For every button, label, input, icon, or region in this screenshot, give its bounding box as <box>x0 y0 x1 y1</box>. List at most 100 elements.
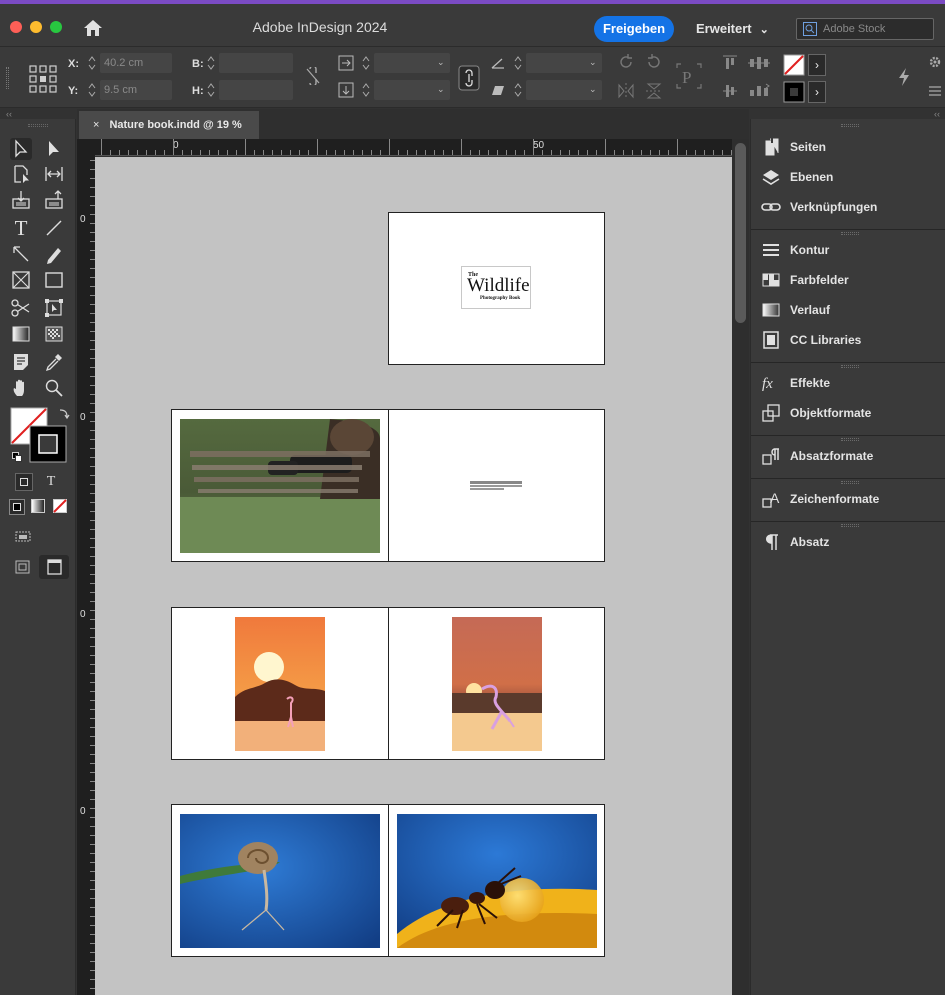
default-fill-stroke-icon[interactable] <box>12 449 22 462</box>
reference-point-icon[interactable] <box>28 64 58 94</box>
height-stepper-icon[interactable] <box>207 82 215 98</box>
panel-item-cc-libraries[interactable]: CC Libraries <box>761 328 941 352</box>
line-tool-icon[interactable] <box>43 217 65 239</box>
preview-mode-icon[interactable] <box>14 559 32 575</box>
formatting-affects-text-icon[interactable]: T <box>42 473 60 491</box>
panel-item-object-styles[interactable]: Objektformate <box>761 401 941 425</box>
stroke-black-swatch-icon[interactable] <box>783 81 805 103</box>
spread-3[interactable] <box>171 607 605 760</box>
y-stepper-icon[interactable] <box>88 82 96 98</box>
gradient-feather-tool-icon[interactable] <box>43 323 65 345</box>
x-stepper-icon[interactable] <box>88 55 96 71</box>
panel-group-grip[interactable] <box>841 481 859 484</box>
pen-tool-icon[interactable] <box>10 243 32 265</box>
scale-x-stepper-icon[interactable] <box>362 55 370 71</box>
rotation-stepper-icon[interactable] <box>514 55 522 71</box>
constrain-proportions-icon[interactable] <box>305 67 321 85</box>
scissors-tool-icon[interactable] <box>10 297 32 319</box>
chevron-down-icon[interactable]: ⌄ <box>437 57 445 68</box>
flip-horizontal-icon[interactable] <box>617 82 635 100</box>
shear-stepper-icon[interactable] <box>514 82 522 98</box>
vertical-scrollbar-thumb[interactable] <box>735 143 746 323</box>
collapse-toolbar-icon[interactable]: ‹‹ <box>6 109 12 119</box>
chevron-down-icon[interactable]: ⌄ <box>589 84 597 95</box>
page-tool-icon[interactable] <box>10 163 32 185</box>
x-field[interactable]: 40.2 cm <box>100 53 172 73</box>
height-field[interactable] <box>219 80 293 100</box>
panel-item-paragraph[interactable]: Absatz <box>761 530 941 554</box>
gear-icon[interactable] <box>928 55 942 69</box>
menu-icon[interactable] <box>928 85 942 97</box>
spread-4[interactable] <box>171 804 605 957</box>
normal-mode-button[interactable] <box>39 555 69 579</box>
panel-group-grip[interactable] <box>841 232 859 235</box>
panel-item-character-styles[interactable]: A Zeichenformate <box>761 487 941 511</box>
distribute-horizontal-icon[interactable] <box>748 54 770 72</box>
toolbar-grip[interactable] <box>28 124 48 127</box>
width-field[interactable] <box>219 53 293 73</box>
spread-2[interactable] <box>171 409 605 562</box>
gradient-swatch-tool-icon[interactable] <box>10 323 32 345</box>
apply-color-icon[interactable] <box>9 499 25 515</box>
tab-nature-book[interactable]: × Nature book.indd @ 19 % <box>79 111 259 139</box>
panel-item-swatches[interactable]: Farbfelder <box>761 268 941 292</box>
ant-droplet-photo[interactable] <box>397 814 597 948</box>
direct-selection-tool-icon[interactable] <box>43 138 65 160</box>
flamingo-sunset-photo[interactable] <box>235 617 325 751</box>
workspace-switcher[interactable]: Erweitert ⌄ <box>696 21 769 36</box>
scale-y-stepper-icon[interactable] <box>362 82 370 98</box>
collapse-panels-icon[interactable]: ‹‹ <box>934 109 940 119</box>
chevron-down-icon[interactable]: ⌄ <box>589 57 597 68</box>
adobe-stock-search-input[interactable]: Adobe Stock <box>796 18 934 40</box>
vertical-ruler[interactable]: 0 0 0 0 <box>77 156 95 995</box>
panel-item-pages[interactable]: Seiten <box>761 135 941 159</box>
formatting-affects-container-icon[interactable] <box>15 473 33 491</box>
constrain-scale-icon[interactable] <box>458 65 480 91</box>
rectangle-frame-tool-icon[interactable] <box>10 269 32 291</box>
share-button[interactable]: Freigeben <box>594 16 674 42</box>
align-center-icon[interactable] <box>722 82 738 100</box>
selection-tool-icon[interactable] <box>10 138 32 160</box>
panel-group-grip[interactable] <box>841 524 859 527</box>
distribute-vertical-icon[interactable] <box>748 82 770 100</box>
text-placeholder-line[interactable] <box>470 481 522 484</box>
chevron-right-icon[interactable]: › <box>808 54 826 76</box>
flamingo-reflection-photo[interactable] <box>452 617 542 751</box>
content-collector-icon[interactable] <box>10 189 32 211</box>
panel-item-gradient[interactable]: Verlauf <box>761 298 941 322</box>
text-placeholder-line[interactable] <box>470 488 504 490</box>
y-field[interactable]: 9.5 cm <box>100 80 172 100</box>
panel-item-links[interactable]: Verknüpfungen <box>761 195 941 219</box>
hand-tool-icon[interactable] <box>10 377 32 399</box>
eyedropper-tool-icon[interactable] <box>43 351 65 373</box>
panel-item-fx[interactable]: fx Effekte <box>761 371 941 395</box>
control-bar-grip[interactable] <box>6 67 9 89</box>
chevron-down-icon[interactable]: ⌄ <box>437 84 445 95</box>
free-transform-tool-icon[interactable] <box>43 297 65 319</box>
note-tool-icon[interactable] <box>10 351 32 373</box>
pasteboard[interactable]: The Wildlife Photography Book <box>95 157 732 995</box>
photographer-photo[interactable] <box>180 419 380 553</box>
rectangle-tool-icon[interactable] <box>43 269 65 291</box>
page-cover[interactable]: The Wildlife Photography Book <box>388 212 605 365</box>
snail-photo[interactable] <box>180 814 380 948</box>
panel-group-grip[interactable] <box>841 124 859 127</box>
panel-group-grip[interactable] <box>841 438 859 441</box>
cover-title-frame[interactable]: The Wildlife Photography Book <box>461 266 531 309</box>
zoom-tool-icon[interactable] <box>43 377 65 399</box>
horizontal-ruler[interactable]: 0 50 <box>95 139 732 156</box>
quick-apply-icon[interactable] <box>896 67 912 87</box>
gap-tool-icon[interactable] <box>43 163 65 185</box>
type-tool-icon[interactable]: T <box>10 217 32 239</box>
panel-item-stroke[interactable]: Kontur <box>761 238 941 262</box>
chevron-right-icon[interactable]: › <box>808 81 826 103</box>
pencil-tool-icon[interactable] <box>43 243 65 265</box>
panel-item-layers[interactable]: Ebenen <box>761 165 941 189</box>
rotate-counterclockwise-icon[interactable] <box>645 53 663 71</box>
panel-group-grip[interactable] <box>841 365 859 368</box>
content-placer-icon[interactable] <box>43 189 65 211</box>
text-placeholder-line[interactable] <box>470 485 522 487</box>
flip-vertical-icon[interactable] <box>645 82 663 100</box>
width-stepper-icon[interactable] <box>207 55 215 71</box>
apply-gradient-icon[interactable] <box>31 499 45 513</box>
